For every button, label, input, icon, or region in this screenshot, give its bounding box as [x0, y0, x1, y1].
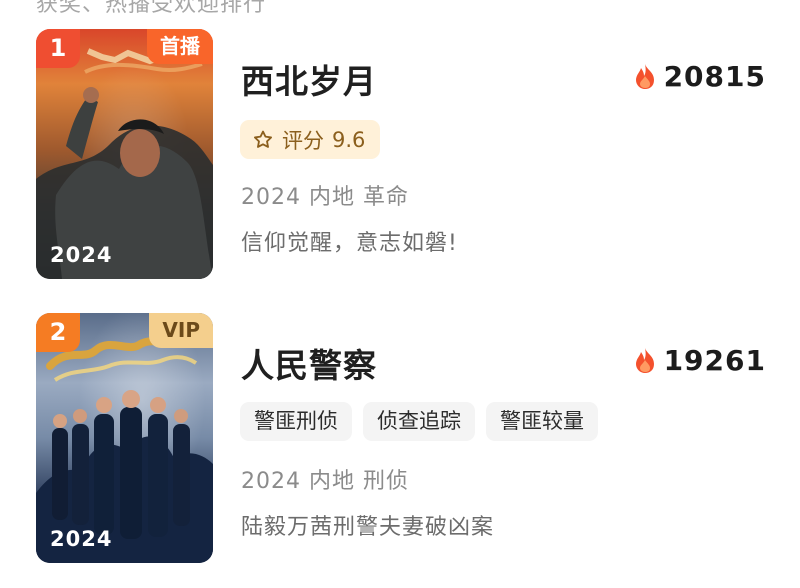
heat-score: 19261: [634, 344, 766, 377]
show-description: 陆毅万茜刑警夫妻破凶案: [241, 515, 495, 540]
poster-xibei-suiyue[interactable]: 1 首播 2024: [36, 29, 213, 279]
heat-value: 20815: [663, 60, 766, 93]
flame-icon: [635, 348, 654, 373]
show-title[interactable]: 人民警察: [241, 339, 377, 387]
poster-renmin-jingcha[interactable]: 2 VIP 2024: [36, 313, 213, 563]
show-title[interactable]: 西北岁月: [241, 55, 377, 103]
rating-value: 9.6: [332, 127, 366, 152]
rating-pill: 评分 9.6: [240, 120, 381, 159]
tag-cop-vs-criminal[interactable]: 警匪较量: [486, 402, 598, 441]
heat-value: 19261: [663, 344, 766, 377]
ranking-item-1[interactable]: 1 首播 2024 西北岁月 20815 评分 9.6 2024 内地 革命 信…: [36, 29, 776, 279]
heat-score: 20815: [634, 60, 766, 93]
premiere-badge: 首播: [147, 29, 213, 64]
genre-tags: 警匪刑侦 侦查追踪 警匪较量: [240, 402, 598, 441]
vip-badge: VIP: [149, 313, 213, 348]
rank-badge: 1: [36, 29, 80, 68]
tag-investigation[interactable]: 侦查追踪: [363, 402, 475, 441]
poster-year: 2024: [50, 243, 113, 267]
tag-police-crime[interactable]: 警匪刑侦: [240, 402, 352, 441]
star-outline-icon: [254, 130, 272, 148]
ranking-item-2[interactable]: 2 VIP 2024 人民警察 19261 警匪刑侦 侦查追踪 警匪较量 202…: [36, 313, 776, 563]
show-description: 信仰觉醒，意志如磐!: [241, 231, 458, 256]
rank-badge: 2: [36, 313, 80, 352]
show-meta: 2024 内地 革命: [241, 185, 409, 210]
show-meta: 2024 内地 刑侦: [241, 469, 409, 494]
flame-icon: [635, 64, 654, 89]
rating-label: 评分: [282, 128, 324, 153]
previous-section-text: 获奖、热播受欢迎排行: [36, 0, 267, 17]
poster-year: 2024: [50, 527, 113, 551]
